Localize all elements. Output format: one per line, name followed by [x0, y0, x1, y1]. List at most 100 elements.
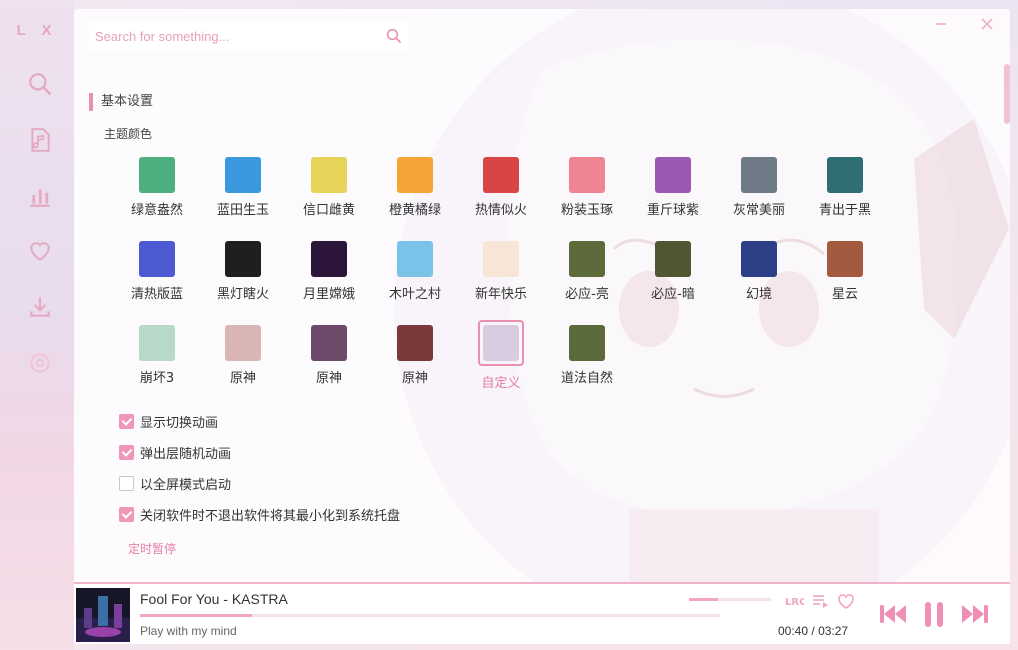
checkbox[interactable]	[119, 413, 134, 429]
theme-option[interactable]: 橙黄橘绿	[372, 157, 458, 218]
theme-swatch-frame	[114, 325, 200, 361]
theme-swatch	[225, 241, 261, 277]
bar-chart-icon	[30, 189, 50, 207]
theme-label: 道法自然	[560, 371, 613, 386]
theme-label: 绿意盎然	[130, 203, 183, 218]
theme-label: 自定义	[481, 376, 521, 391]
progress-bar[interactable]	[140, 614, 720, 617]
theme-option[interactable]: 道法自然	[544, 325, 630, 386]
theme-label: 必应-亮	[565, 287, 609, 302]
checkbox[interactable]	[119, 506, 134, 522]
theme-option[interactable]: 信口雌黄	[286, 157, 372, 218]
music-file-icon	[31, 128, 50, 152]
option-checkbox-row[interactable]: 关闭软件时不退出软件将其最小化到系统托盘	[119, 504, 400, 524]
theme-option[interactable]: 黑灯瞎火	[200, 241, 286, 302]
heart-icon	[30, 242, 50, 261]
checkbox[interactable]	[119, 444, 134, 460]
theme-label: 幻境	[745, 287, 772, 302]
search-icon[interactable]	[385, 27, 403, 45]
theme-option[interactable]: 木叶之村	[372, 241, 458, 302]
volume-slider[interactable]	[689, 598, 771, 601]
theme-swatch	[827, 157, 863, 193]
current-time: 00:40	[778, 624, 809, 638]
search-box	[89, 22, 409, 50]
theme-label: 木叶之村	[388, 287, 441, 302]
theme-heading: 主题颜色	[104, 127, 153, 141]
theme-option[interactable]: 月里嫦娥	[286, 241, 372, 302]
theme-option[interactable]: 自定义	[458, 320, 544, 391]
theme-option[interactable]: 粉装玉琢	[544, 157, 630, 218]
theme-swatch	[483, 157, 519, 193]
total-time: 03:27	[818, 624, 849, 638]
theme-swatch-frame	[200, 241, 286, 277]
theme-option[interactable]: 必应-暗	[630, 241, 716, 302]
track-title: Fool For You - KASTRA	[140, 591, 288, 607]
sidebar-item-leaderboard[interactable]	[22, 178, 58, 214]
theme-option[interactable]: 绿意盎然	[114, 157, 200, 218]
playlist-icon[interactable]	[810, 591, 830, 611]
scrollbar-thumb[interactable]	[1004, 64, 1010, 124]
sidebar-item-songlist[interactable]	[22, 122, 58, 158]
theme-swatch	[569, 325, 605, 361]
timer-pause-link[interactable]: 定时暂停	[128, 540, 176, 557]
minimize-icon[interactable]	[932, 15, 950, 33]
checkbox[interactable]	[119, 475, 134, 491]
sidebar-item-settings[interactable]	[22, 345, 58, 381]
theme-swatch	[311, 325, 347, 361]
favorite-icon[interactable]	[836, 591, 856, 611]
theme-option[interactable]: 原神	[372, 325, 458, 386]
search-icon	[29, 73, 51, 95]
theme-label: 新年快乐	[474, 287, 527, 302]
album-cover[interactable]	[76, 588, 130, 642]
theme-label: 青出于黑	[818, 203, 871, 218]
theme-swatch	[741, 157, 777, 193]
track-lyric: Play with my mind	[140, 624, 237, 638]
sidebar-item-search[interactable]	[22, 66, 58, 102]
theme-swatch-frame	[630, 157, 716, 193]
theme-option[interactable]: 灰常美丽	[716, 157, 802, 218]
theme-swatch	[397, 325, 433, 361]
theme-swatch	[139, 241, 175, 277]
section-title: 基本设置	[89, 93, 153, 111]
search-input[interactable]	[89, 22, 375, 50]
volume-fill	[689, 598, 718, 601]
theme-option[interactable]: 崩坏3	[114, 325, 200, 386]
theme-swatch-frame	[630, 241, 716, 277]
pause-icon[interactable]	[920, 599, 948, 629]
theme-swatch	[655, 157, 691, 193]
close-icon[interactable]	[978, 15, 996, 33]
theme-swatch	[655, 241, 691, 277]
option-checkbox-row[interactable]: 以全屏模式启动	[119, 473, 231, 493]
scrollbar[interactable]	[1004, 64, 1010, 579]
theme-option[interactable]: 蓝田生玉	[200, 157, 286, 218]
lyric-icon[interactable]: LRC	[784, 591, 804, 611]
theme-option[interactable]: 清热版蓝	[114, 241, 200, 302]
previous-track-icon[interactable]	[878, 599, 908, 629]
theme-option[interactable]: 重斤球紫	[630, 157, 716, 218]
sidebar-item-download[interactable]	[22, 289, 58, 325]
theme-option[interactable]: 星云	[802, 241, 888, 302]
theme-swatch	[483, 325, 519, 361]
sidebar-item-my-list[interactable]	[22, 233, 58, 269]
theme-option[interactable]: 幻境	[716, 241, 802, 302]
theme-option[interactable]: 青出于黑	[802, 157, 888, 218]
theme-swatch	[483, 241, 519, 277]
option-checkbox-row[interactable]: 显示切换动画	[119, 411, 218, 431]
theme-option[interactable]: 原神	[200, 325, 286, 386]
theme-option[interactable]: 新年快乐	[458, 241, 544, 302]
theme-label: 橙黄橘绿	[388, 203, 441, 218]
theme-swatch-frame	[544, 241, 630, 277]
theme-swatch	[311, 157, 347, 193]
theme-swatch	[741, 241, 777, 277]
theme-swatch	[139, 325, 175, 361]
theme-swatch-frame	[286, 157, 372, 193]
theme-option[interactable]: 必应-亮	[544, 241, 630, 302]
option-checkbox-row[interactable]: 弹出层随机动画	[119, 442, 231, 462]
theme-option[interactable]: 热情似火	[458, 157, 544, 218]
theme-swatch-frame	[114, 157, 200, 193]
settings-panel: 基本设置 主题颜色 绿意盎然 蓝田生玉 信口雌黄 橙黄橘绿 热情似火 粉装玉琢 重斤球紫 灰常…	[74, 9, 1010, 583]
next-track-icon[interactable]	[960, 599, 990, 629]
time-separator: /	[811, 624, 815, 638]
theme-swatch-frame	[716, 157, 802, 193]
theme-option[interactable]: 原神	[286, 325, 372, 386]
